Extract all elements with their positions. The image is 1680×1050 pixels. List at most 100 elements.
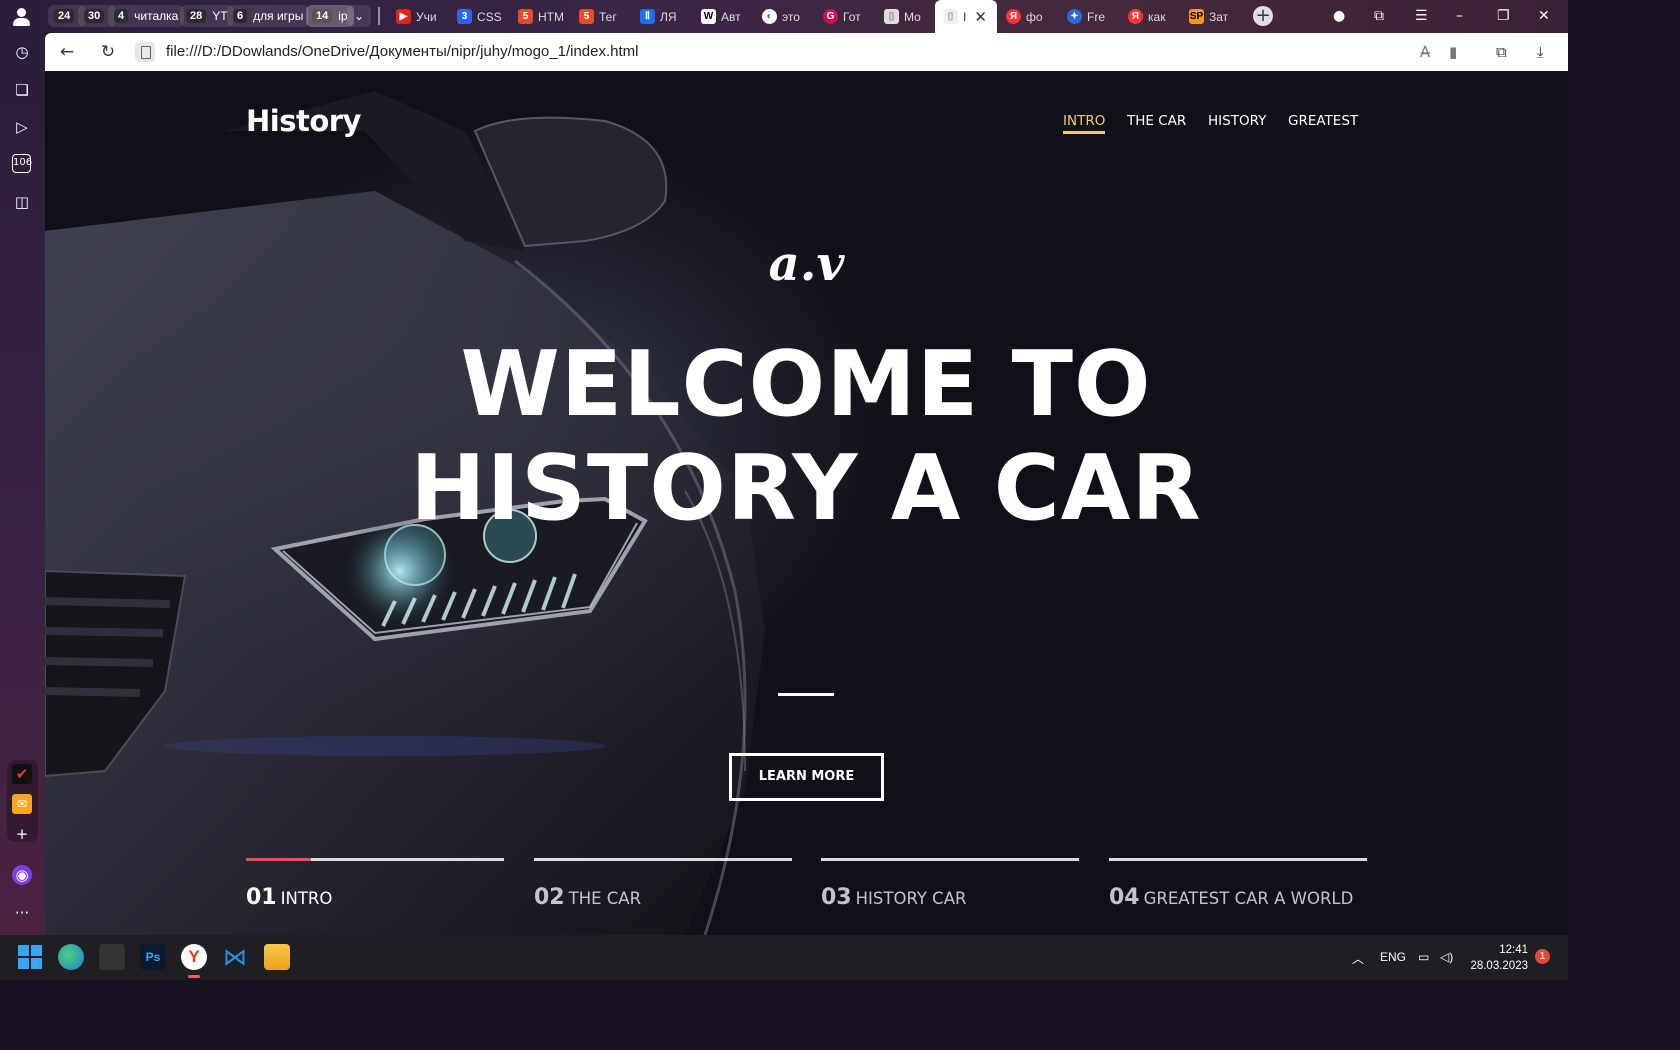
youtube-icon: ▶ xyxy=(396,9,411,24)
slide-nav-greatest-car[interactable]: 04 GREATEST CAR A WORLD xyxy=(1109,858,1367,910)
website-viewport: History INTRO THE CAR HISTORY GREATEST a… xyxy=(45,71,1568,935)
file-icon[interactable] xyxy=(135,42,155,62)
tab-group-3[interactable]: 4 читалка xyxy=(108,5,185,27)
address-bar: ← ↻ file:///D:/DDowlands/OneDrive/Докуме… xyxy=(45,33,1568,71)
tab-group-4[interactable]: 28 YT xyxy=(180,5,234,27)
nav-active-underline xyxy=(1063,131,1105,134)
translate-icon[interactable]: A̶ xyxy=(1420,43,1430,61)
windows-start-icon[interactable] xyxy=(17,944,43,970)
counter-icon[interactable]: 106 xyxy=(12,154,32,173)
file-icon: ▯ xyxy=(884,9,899,24)
chevron-up-icon[interactable]: ︿ xyxy=(1352,950,1364,967)
play-icon[interactable]: ▷ xyxy=(12,117,32,137)
back-icon[interactable]: ← xyxy=(56,41,78,63)
slide-number: 04 xyxy=(1109,885,1140,910)
tab-1[interactable]: ▶ Учи xyxy=(396,4,444,29)
collections-icon[interactable]: ❏ xyxy=(12,80,32,100)
slide-nav-intro[interactable]: 01 INTRO xyxy=(246,858,504,910)
tab-13[interactable]: Якак xyxy=(1128,4,1176,29)
globe-icon: ◐ xyxy=(762,9,777,24)
slide-number: 03 xyxy=(821,885,852,910)
menu-icon[interactable]: ☰ xyxy=(1415,8,1428,24)
slide-progress-bar xyxy=(534,858,792,861)
g-icon: G xyxy=(823,9,838,24)
slide-progress-bar xyxy=(1109,858,1367,861)
browser-sidebar: ◷ ❏ ▷ 106 ◫ ✔ ✉ + ◉ ··· xyxy=(0,33,45,935)
tab-separator xyxy=(378,7,380,25)
nav-link-the-car[interactable]: THE CAR xyxy=(1127,113,1186,129)
notification-badge[interactable]: 1 xyxy=(1535,949,1550,964)
tab-7[interactable]: ◐ это xyxy=(762,4,810,29)
incognito-icon[interactable]: ● xyxy=(1333,8,1345,24)
close-icon[interactable]: ✕ xyxy=(974,8,987,26)
slide-label: HISTORY CAR xyxy=(855,889,967,908)
tab-4[interactable]: 5 Тег xyxy=(579,4,627,29)
file-explorer-icon[interactable] xyxy=(264,944,290,970)
nav-link-greatest[interactable]: GREATEST xyxy=(1288,113,1358,129)
vscode-icon[interactable]: ⋈ xyxy=(222,944,248,970)
volume-icon[interactable]: ◁) xyxy=(1440,950,1453,964)
tab-9[interactable]: ▯ Мо xyxy=(884,4,932,29)
sp-icon: SP xyxy=(1189,9,1204,24)
hero-divider xyxy=(778,693,834,696)
css-icon: 3 xyxy=(457,9,472,24)
bookmarks-panel-icon[interactable]: ⧉ xyxy=(1374,8,1384,24)
more-icon[interactable]: ··· xyxy=(12,903,32,923)
wikipedia-icon: W xyxy=(701,9,716,24)
minimize-icon[interactable]: – xyxy=(1456,8,1463,24)
tab-14[interactable]: SP Зат xyxy=(1189,4,1237,29)
tab-6[interactable]: W Авт xyxy=(701,4,749,29)
close-window-icon[interactable]: ✕ xyxy=(1538,8,1550,24)
tab-group-5[interactable]: 6 для игры xyxy=(227,5,310,27)
alice-icon[interactable]: ◉ xyxy=(12,865,32,885)
url-field[interactable]: file:///D:/DDowlands/OneDrive/Документы/… xyxy=(166,43,639,60)
site-logo[interactable]: History xyxy=(246,104,361,138)
extensions-icon[interactable]: ⧉ xyxy=(1496,43,1507,61)
learn-more-button[interactable]: LEARN MORE xyxy=(729,753,884,801)
pause-icon: Ⅱ xyxy=(640,9,655,24)
network-icon[interactable]: ▭ xyxy=(1418,950,1429,964)
tab-11[interactable]: Яфо xyxy=(1006,4,1054,29)
html-icon: 5 xyxy=(579,9,594,24)
tab-3[interactable]: 5 HTM xyxy=(518,4,566,29)
history-icon[interactable]: ◷ xyxy=(12,42,32,62)
slide-progress-bar xyxy=(821,858,1079,861)
yandex-browser-icon[interactable]: Y xyxy=(181,944,207,970)
reload-icon[interactable]: ↻ xyxy=(97,41,119,63)
add-icon[interactable]: + xyxy=(12,824,32,844)
clock[interactable]: 12:41 28.03.2023 xyxy=(1468,942,1528,974)
slide-number: 01 xyxy=(246,885,277,910)
slide-label: GREATEST CAR A WORLD xyxy=(1143,889,1354,908)
tasks-icon[interactable]: ✔ xyxy=(12,764,32,784)
edge-icon[interactable] xyxy=(58,944,84,970)
yandex-icon: Я xyxy=(1006,9,1021,24)
restore-icon[interactable]: ❐ xyxy=(1497,8,1510,24)
nav-link-intro[interactable]: INTRO xyxy=(1063,113,1105,129)
active-app-indicator xyxy=(188,975,200,978)
chevron-down-icon[interactable]: ⌄ xyxy=(347,5,371,27)
screenshot-icon[interactable]: ◫ xyxy=(12,192,32,212)
language-indicator[interactable]: ENG xyxy=(1380,950,1406,964)
new-tab-button[interactable]: + xyxy=(1253,6,1273,26)
davinci-icon[interactable] xyxy=(99,944,125,970)
photoshop-icon[interactable]: Ps xyxy=(140,944,166,970)
mail-icon[interactable]: ✉ xyxy=(12,794,32,814)
file-icon: ▯ xyxy=(943,9,958,24)
tab-active[interactable]: ▯ I ✕ xyxy=(935,0,997,33)
slide-nav-the-car[interactable]: 02 THE CAR xyxy=(534,858,792,910)
nav-link-history[interactable]: HISTORY xyxy=(1208,113,1266,129)
hero-title: WELCOME TO HISTORY A CAR xyxy=(410,332,1202,541)
yandex-icon: Я xyxy=(1128,9,1143,24)
bookmark-icon[interactable]: ▮ xyxy=(1449,43,1457,61)
tab-8[interactable]: G Гот xyxy=(823,4,871,29)
browser-tab-strip: 24 30 4 читалка 28 YT 6 для игры 14 ip ⌄ ▶ Уч… xyxy=(0,0,1568,33)
slide-progress-fill xyxy=(246,858,311,861)
profile-icon[interactable] xyxy=(8,6,36,28)
tab-2[interactable]: 3 CSS xyxy=(457,4,505,29)
star-icon: ✦ xyxy=(1067,9,1082,24)
tab-5[interactable]: Ⅱ ЛЯ xyxy=(640,4,688,29)
download-icon[interactable]: ⤓ xyxy=(1537,43,1544,61)
tab-12[interactable]: ✦ Fre xyxy=(1067,4,1115,29)
slide-label: INTRO xyxy=(280,889,333,908)
slide-nav-history-car[interactable]: 03 HISTORY CAR xyxy=(821,858,1079,910)
